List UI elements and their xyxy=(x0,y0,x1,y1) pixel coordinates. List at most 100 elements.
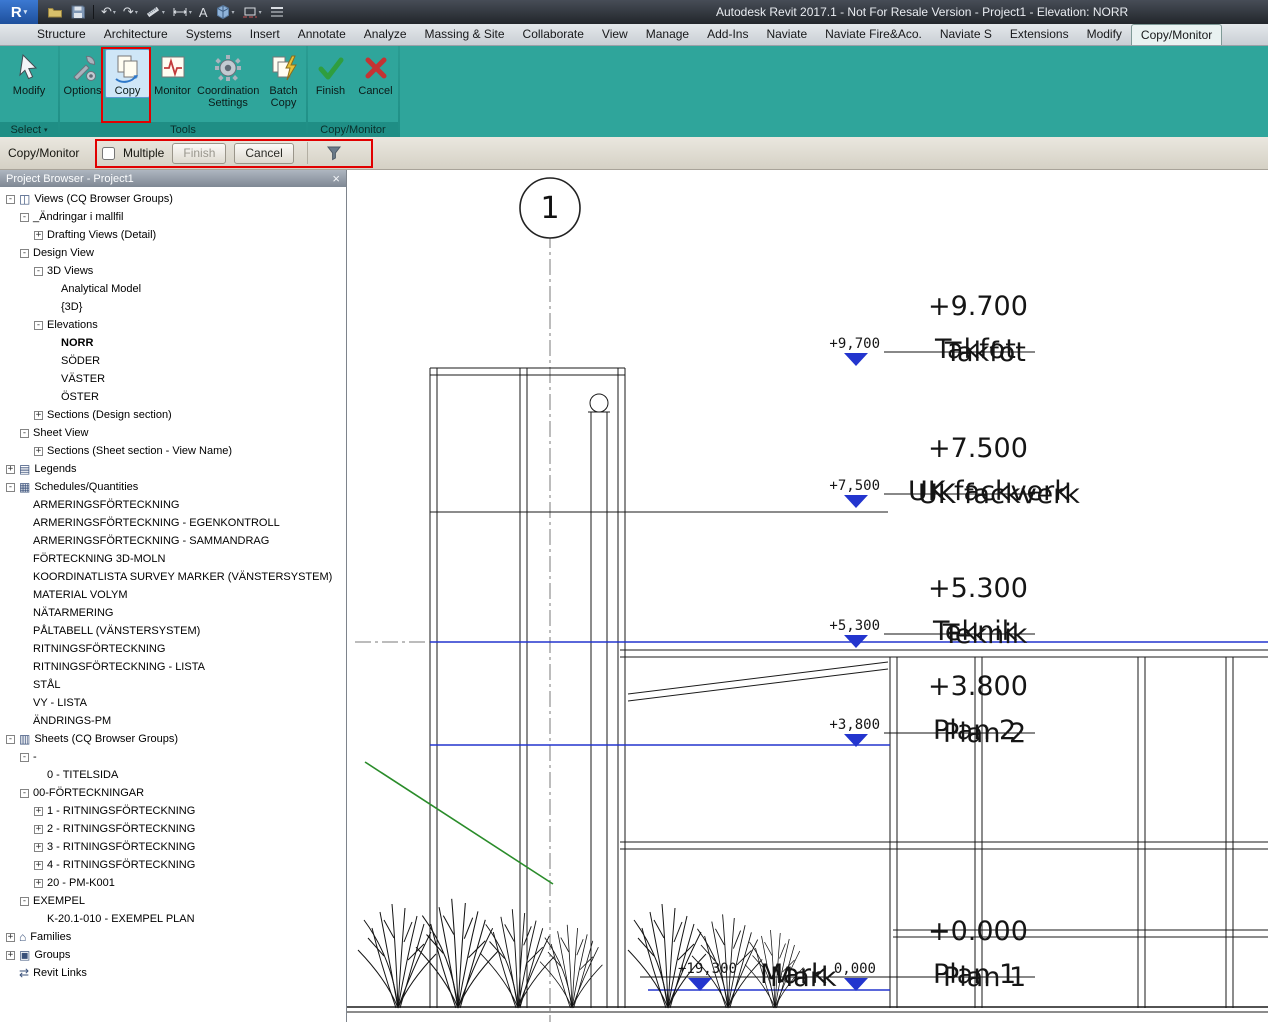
ribbon-tab-copy-monitor[interactable]: Copy/Monitor xyxy=(1131,24,1222,45)
tree-item-legends[interactable]: + ▤ Legends xyxy=(0,460,346,478)
options-cancel-button[interactable]: Cancel xyxy=(234,143,293,164)
tree-item-ritningsf-rteckning[interactable]: RITNINGSFÖRTECKNING xyxy=(0,640,346,658)
expander-icon[interactable]: - xyxy=(6,483,15,492)
monitor-button[interactable]: Monitor xyxy=(150,49,195,98)
modify-button[interactable]: Modify xyxy=(7,49,52,98)
tree-item-sheets-cq-browser-groups[interactable]: - ▥ Sheets (CQ Browser Groups) xyxy=(0,730,346,748)
tree-item-3d-views[interactable]: - 3D Views xyxy=(0,262,346,280)
level-plan-2[interactable]: +3,800 +3.800 Plan 2 Plan 2 xyxy=(829,671,1035,749)
section-button[interactable]: ▾ xyxy=(239,2,265,22)
default-3d-view-button[interactable]: ▾ xyxy=(212,2,238,22)
finish-button[interactable]: Finish xyxy=(308,49,353,98)
expander-icon[interactable]: + xyxy=(34,807,43,816)
elevation-view-norr[interactable]: 1 xyxy=(347,170,1268,1022)
tree-item-ster[interactable]: ÖSTER xyxy=(0,388,346,406)
drawing-area[interactable]: 1 xyxy=(347,170,1268,1022)
options-button[interactable]: Options xyxy=(60,49,105,98)
expander-icon[interactable]: + xyxy=(6,465,15,474)
tree-item-3-ritningsf-rteckning[interactable]: + 3 - RITNINGSFÖRTECKNING xyxy=(0,838,346,856)
tree-item-views-cq-browser-groups[interactable]: - ◫ Views (CQ Browser Groups) xyxy=(0,190,346,208)
aligned-dimension-button[interactable]: ▾ xyxy=(169,2,195,22)
tree-item-20-pm-k001[interactable]: + 20 - PM-K001 xyxy=(0,874,346,892)
ribbon-tab-add-ins[interactable]: Add-Ins xyxy=(698,24,757,45)
green-reference-line[interactable] xyxy=(365,762,553,884)
ribbon-tab-naviate-fire-aco[interactable]: Naviate Fire&Aco. xyxy=(816,24,931,45)
tree-item-1-ritningsf-rteckning[interactable]: + 1 - RITNINGSFÖRTECKNING xyxy=(0,802,346,820)
tree-item-p-ltabell-v-nstersystem[interactable]: PÅLTABELL (VÄNSTERSYSTEM) xyxy=(0,622,346,640)
expander-icon[interactable]: - xyxy=(20,753,29,762)
expander-icon[interactable]: - xyxy=(20,897,29,906)
tree-item-armeringsf-rteckning[interactable]: ARMERINGSFÖRTECKNING xyxy=(0,496,346,514)
tree-item-armeringsf-rteckning-sammandrag[interactable]: ARMERINGSFÖRTECKNING - SAMMANDRAG xyxy=(0,532,346,550)
level-takfot[interactable]: +9,700 +9.700 Takfot Takfot xyxy=(829,291,1035,368)
thin-lines-button[interactable] xyxy=(266,2,288,22)
redo-button[interactable]: ↷▾ xyxy=(120,2,141,22)
level-teknik[interactable]: +5,300 +5.300 Teknik Teknik xyxy=(829,573,1035,650)
ribbon-tab-systems[interactable]: Systems xyxy=(177,24,241,45)
filter-button[interactable] xyxy=(321,142,347,164)
tree-item-00-f-rteckningar[interactable]: - 00-FÖRTECKNINGAR xyxy=(0,784,346,802)
ribbon-tab-structure[interactable]: Structure xyxy=(28,24,95,45)
expander-icon[interactable]: - xyxy=(20,429,29,438)
tree-item-ndringar-i-mallfil[interactable]: - _Ändringar i mallfil xyxy=(0,208,346,226)
tree-item-exempel[interactable]: - EXEMPEL xyxy=(0,892,346,910)
ribbon-tab-naviate-s[interactable]: Naviate S xyxy=(931,24,1001,45)
tree-item-sections-sheet-section-view-name[interactable]: + Sections (Sheet section - View Name) xyxy=(0,442,346,460)
ribbon-tab-modify[interactable]: Modify xyxy=(1078,24,1131,45)
building-lines[interactable] xyxy=(347,368,1268,1012)
tree-item-revit-links[interactable]: ⇄ Revit Links xyxy=(0,964,346,982)
expander-icon[interactable]: + xyxy=(6,933,15,942)
tree-item-elevations[interactable]: - Elevations xyxy=(0,316,346,334)
expander-icon[interactable]: + xyxy=(34,411,43,420)
tree-item-f-rteckning-3d-moln[interactable]: FÖRTECKNING 3D-MOLN xyxy=(0,550,346,568)
expander-icon[interactable]: + xyxy=(6,951,15,960)
batch-copy-button[interactable]: Batch Copy xyxy=(261,49,306,110)
tree-item-k-20-1-010-exempel-plan[interactable]: K-20.1-010 - EXEMPEL PLAN xyxy=(0,910,346,928)
ribbon-tab-annotate[interactable]: Annotate xyxy=(289,24,355,45)
project-browser-header[interactable]: Project Browser - Project1 × xyxy=(0,170,346,187)
tree-item-0-titelsida[interactable]: 0 - TITELSIDA xyxy=(0,766,346,784)
tree-item-analytical-model[interactable]: Analytical Model xyxy=(0,280,346,298)
tree-item-ndrings-pm[interactable]: ÄNDRINGS-PM xyxy=(0,712,346,730)
expander-icon[interactable]: + xyxy=(34,879,43,888)
tree-item-v-ster[interactable]: VÄSTER xyxy=(0,370,346,388)
tree-item-3d[interactable]: {3D} xyxy=(0,298,346,316)
ribbon-tab-view[interactable]: View xyxy=(593,24,637,45)
options-finish-button[interactable]: Finish xyxy=(172,143,226,164)
level-uk-fackverk[interactable]: +7,500 +7.500 UK fackverk UK fackverk xyxy=(829,433,1080,510)
tree-item-2-ritningsf-rteckning[interactable]: + 2 - RITNINGSFÖRTECKNING xyxy=(0,820,346,838)
copy-button[interactable]: Copy xyxy=(105,49,150,98)
open-button[interactable] xyxy=(44,2,66,22)
ribbon-tab-massing-site[interactable]: Massing & Site xyxy=(416,24,514,45)
expander-icon[interactable]: + xyxy=(34,825,43,834)
expander-icon[interactable]: - xyxy=(20,213,29,222)
ribbon-tab-manage[interactable]: Manage xyxy=(637,24,698,45)
text-note-button[interactable]: A xyxy=(196,2,211,22)
coordination-settings-button[interactable]: Coordination Settings xyxy=(195,49,261,110)
ribbon-tab-collaborate[interactable]: Collaborate xyxy=(514,24,593,45)
expander-icon[interactable]: + xyxy=(34,861,43,870)
tree-item-drafting-views-detail[interactable]: + Drafting Views (Detail) xyxy=(0,226,346,244)
tree-item-material-volym[interactable]: MATERIAL VOLYM xyxy=(0,586,346,604)
tree-item-4-ritningsf-rteckning[interactable]: + 4 - RITNINGSFÖRTECKNING xyxy=(0,856,346,874)
undo-button[interactable]: ↶▾ xyxy=(98,2,119,22)
ribbon-tab-naviate[interactable]: Naviate xyxy=(757,24,816,45)
tree-item-sections-design-section[interactable]: + Sections (Design section) xyxy=(0,406,346,424)
application-menu-button[interactable]: R ▾ xyxy=(0,0,38,24)
ribbon-tab-insert[interactable]: Insert xyxy=(241,24,289,45)
tree-item-ritningsf-rteckning-lista[interactable]: RITNINGSFÖRTECKNING - LISTA xyxy=(0,658,346,676)
tree-item-design-view[interactable]: - Design View xyxy=(0,244,346,262)
tree-item-vy-lista[interactable]: VY - LISTA xyxy=(0,694,346,712)
expander-icon[interactable]: + xyxy=(34,843,43,852)
tree-item-st-l[interactable]: STÅL xyxy=(0,676,346,694)
measure-button[interactable]: ▾ xyxy=(142,2,168,22)
tree-item-norr[interactable]: NORR xyxy=(0,334,346,352)
expander-icon[interactable]: - xyxy=(34,267,43,276)
expander-icon[interactable]: + xyxy=(34,231,43,240)
tree-item-item[interactable]: - - xyxy=(0,748,346,766)
tree-item-schedules-quantities[interactable]: - ▦ Schedules/Quantities xyxy=(0,478,346,496)
save-button[interactable] xyxy=(67,2,89,22)
tree-item-n-tarmering[interactable]: NÄTARMERING xyxy=(0,604,346,622)
close-icon[interactable]: × xyxy=(332,172,340,185)
ribbon-tab-analyze[interactable]: Analyze xyxy=(355,24,416,45)
